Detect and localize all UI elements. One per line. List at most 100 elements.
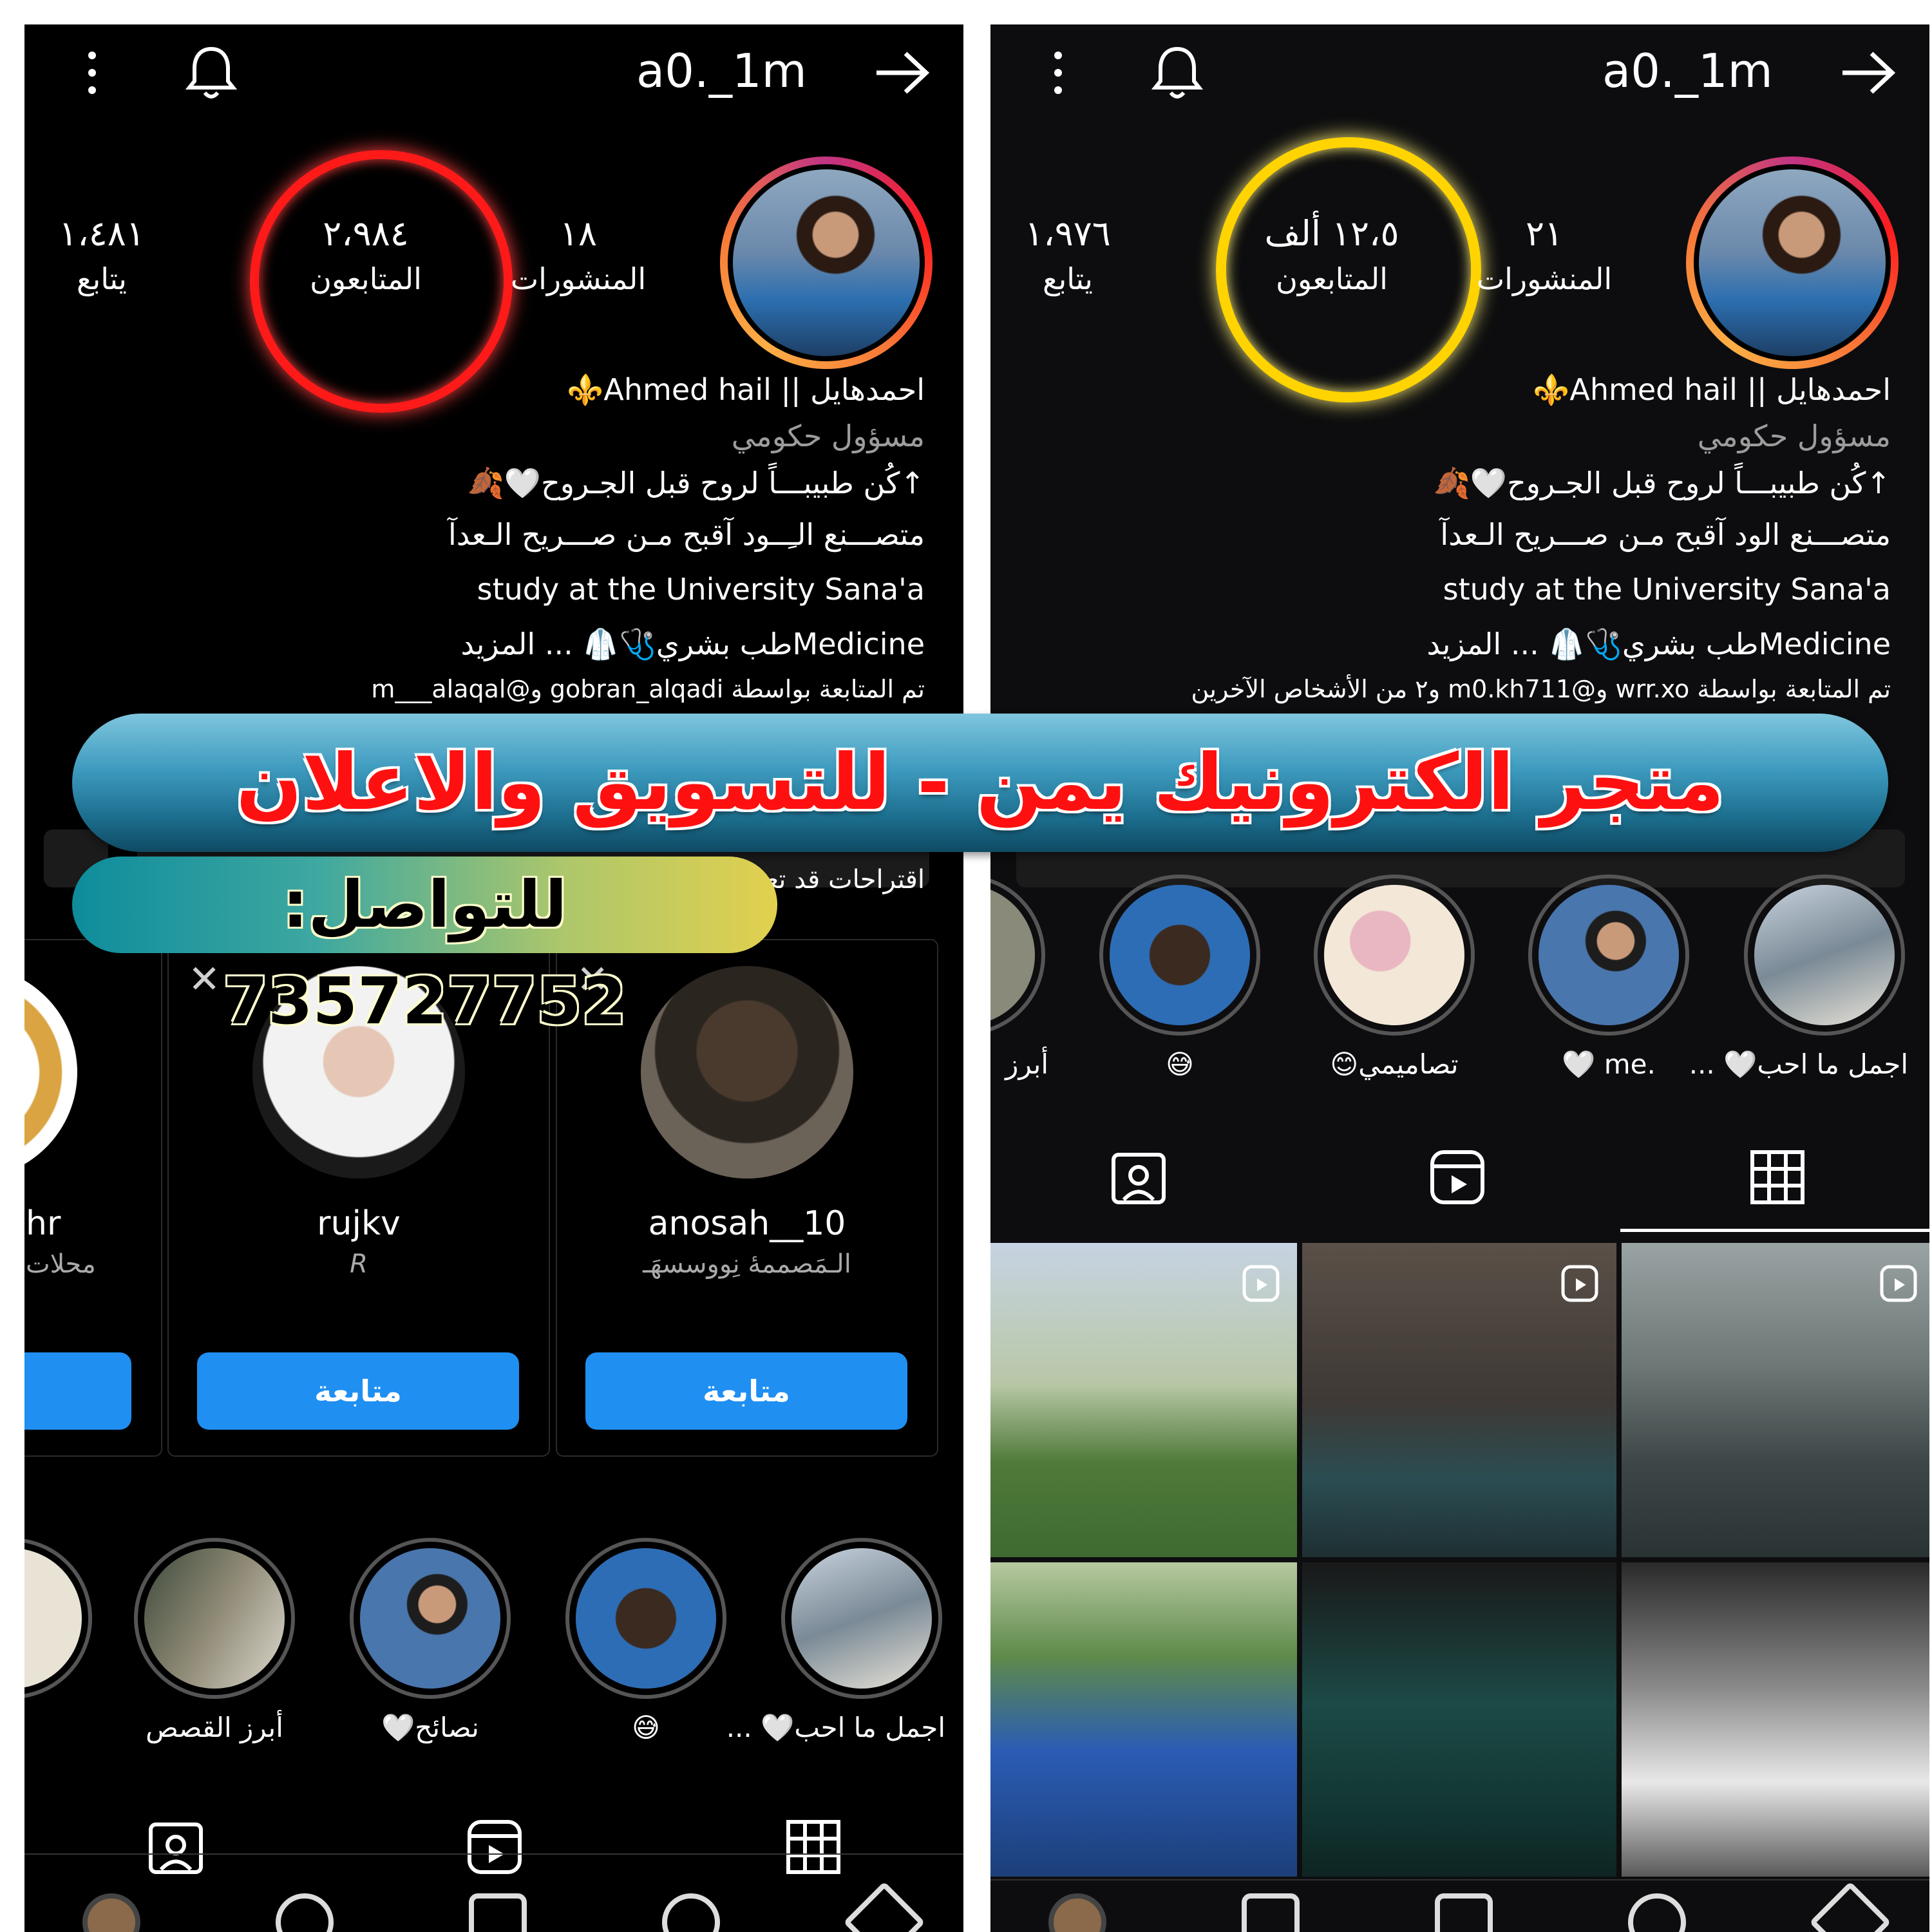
posts-stat[interactable]: ٢١ المنشورات bbox=[1467, 211, 1622, 301]
story-highlight[interactable]: 😅 bbox=[562, 1538, 730, 1743]
close-icon[interactable]: ✕ bbox=[188, 957, 220, 1002]
story-label: .me 🤍 bbox=[1562, 1048, 1656, 1080]
bio-line-1: ↑كُن طبيبـــاً لروح قبل الجـروح🤍🍂 bbox=[1433, 466, 1891, 500]
posts-label: المنشورات bbox=[1476, 261, 1613, 296]
story-highlight[interactable]: اجمل ما احب🤍 ... bbox=[1689, 875, 1908, 1081]
profile-username: a0._1m bbox=[636, 44, 807, 98]
story-highlight[interactable]: 😅 bbox=[1096, 875, 1264, 1080]
reel-badge-icon bbox=[1561, 1265, 1598, 1302]
story-label: 😅 bbox=[1166, 1048, 1194, 1080]
grid-tab-indicator bbox=[1620, 1229, 1929, 1232]
post-thumbnail[interactable] bbox=[1302, 1562, 1616, 1877]
banner-text: متجر الكترونيك يمن - للتسويق والاعلان bbox=[236, 738, 1725, 828]
story-highlight[interactable]: أبرز bbox=[990, 875, 1048, 1080]
bio-name: احمدهايل || Ahmed hail⚜️ bbox=[1533, 372, 1891, 407]
tagged-photos-icon[interactable] bbox=[1110, 1148, 1168, 1206]
followers-count: ٢،٩٨٤ bbox=[323, 213, 409, 254]
following-count: ١،٩٧٦ bbox=[1025, 213, 1111, 254]
bio-name: احمدهايل || Ahmed hail⚜️ bbox=[567, 372, 925, 407]
bio-line-4[interactable]: Medicineطب بشري🩺🥼 ... المزيد bbox=[1426, 627, 1891, 662]
post-thumbnail[interactable] bbox=[1622, 1562, 1929, 1877]
suggestion-username[interactable]: rujkv bbox=[169, 1204, 549, 1243]
story-label: اجمل ما احب🤍 ... bbox=[1689, 1048, 1908, 1080]
followers-label: المتابعون bbox=[310, 261, 422, 296]
top-bar: a0._1m bbox=[24, 24, 963, 115]
bio-line-3: study at the University Sana'a bbox=[477, 572, 925, 607]
grid-icon[interactable] bbox=[1748, 1148, 1806, 1206]
following-stat[interactable]: ١،٤٨١ يتابع bbox=[24, 211, 179, 301]
follow-button[interactable]: متابعة bbox=[197, 1352, 519, 1430]
post-thumbnail[interactable] bbox=[990, 1562, 1297, 1877]
forward-arrow-icon[interactable] bbox=[1839, 50, 1897, 95]
story-label: تصاميمي😊 bbox=[1330, 1048, 1459, 1080]
right-profile-screenshot: a0._1m ١،٩٧٦ يتابع ١٢،٥ ألف المتابعون ٢١… bbox=[990, 24, 1929, 1932]
suggestion-username[interactable]: hr bbox=[26, 1204, 161, 1243]
story-label: أبرز القصص bbox=[146, 1712, 283, 1743]
posts-count: ١٨ bbox=[559, 213, 597, 254]
profile-nav-icon[interactable] bbox=[82, 1893, 140, 1932]
suggestion-subtitle: الـمَصممهٔ نِووسسهَـ bbox=[643, 1249, 851, 1279]
suggestion-subtitle: محلات bbox=[26, 1249, 96, 1279]
suggestion-card[interactable]: hr محلات bbox=[24, 939, 162, 1457]
posts-count: ٢١ bbox=[1525, 213, 1563, 254]
heart-icon[interactable] bbox=[276, 1893, 334, 1932]
followers-label: المتابعون bbox=[1276, 261, 1388, 296]
bio-line-2: متصـــنع الود آقبح مـن صـــريح الـعدآ bbox=[1440, 517, 1891, 552]
story-highlight[interactable]: تصاميمي😊 bbox=[1311, 875, 1478, 1080]
forward-arrow-icon[interactable] bbox=[873, 50, 931, 95]
notification-bell-icon[interactable] bbox=[185, 44, 237, 102]
suggestion-username[interactable]: anosah__10 bbox=[557, 1204, 937, 1243]
create-post-icon[interactable] bbox=[1435, 1893, 1493, 1932]
suggestion-subtitle: R bbox=[350, 1249, 368, 1279]
search-icon[interactable] bbox=[1628, 1893, 1686, 1932]
reels-icon[interactable] bbox=[1428, 1148, 1486, 1206]
home-icon[interactable] bbox=[1809, 1881, 1891, 1932]
followed-by-text[interactable]: تم المتابعة بواسطة wrr.xo و@m0.kh711 و٢ … bbox=[1191, 675, 1891, 703]
profile-username: a0._1m bbox=[1602, 44, 1773, 98]
profile-avatar[interactable] bbox=[720, 156, 933, 369]
advertisement-banner: متجر الكترونيك يمن - للتسويق والاعلان bbox=[72, 714, 1888, 852]
profile-avatar[interactable] bbox=[1686, 156, 1899, 369]
bottom-nav-bar bbox=[24, 1853, 963, 1932]
posts-stat[interactable]: ١٨ المنشورات bbox=[501, 211, 656, 301]
story-label: اجمل ما احب🤍 ... bbox=[726, 1712, 945, 1743]
reels-nav-icon[interactable] bbox=[469, 1893, 527, 1932]
more-options-icon[interactable] bbox=[86, 50, 99, 95]
following-label: يتابع bbox=[77, 261, 127, 296]
bio-category: مسؤول حكومي bbox=[731, 419, 925, 453]
profile-nav-icon[interactable] bbox=[1048, 1893, 1106, 1932]
story-highlight[interactable]: اجمل ما احب🤍 ... bbox=[726, 1538, 945, 1744]
contact-text: للتواصل: 735727752 bbox=[223, 867, 627, 1039]
following-stat[interactable]: ١،٩٧٦ يتابع bbox=[990, 211, 1145, 301]
bio-line-1: ↑كُن طبيبـــاً لروح قبل الجـروح🤍🍂 bbox=[467, 466, 925, 500]
more-options-icon[interactable] bbox=[1052, 50, 1065, 95]
follow-button[interactable]: متابعة bbox=[585, 1352, 907, 1430]
suggestion-avatar[interactable] bbox=[24, 966, 77, 1179]
contact-badge: للتواصل: 735727752 bbox=[72, 857, 777, 1039]
bio-line-4[interactable]: Medicineطب بشري🩺🥼 ... المزيد bbox=[460, 627, 925, 662]
bio-line-3: study at the University Sana'a bbox=[1443, 572, 1891, 607]
search-icon[interactable] bbox=[662, 1893, 720, 1932]
story-highlight[interactable]: نصائح🤍 bbox=[346, 1538, 514, 1744]
followed-by-text[interactable]: تم المتابعة بواسطة gobran_alqadi و@m___a… bbox=[371, 675, 925, 703]
follow-button[interactable] bbox=[24, 1352, 131, 1430]
following-label: يتابع bbox=[1043, 261, 1093, 296]
story-label: أبرز bbox=[1005, 1048, 1048, 1080]
story-label: نصائح🤍 bbox=[381, 1712, 479, 1743]
home-icon[interactable] bbox=[843, 1881, 925, 1932]
reels-nav-icon[interactable] bbox=[1242, 1893, 1300, 1932]
posts-label: المنشورات bbox=[510, 261, 647, 296]
following-count: ١،٤٨١ bbox=[59, 213, 145, 254]
top-bar: a0._1m bbox=[990, 24, 1929, 115]
suggestion-avatar[interactable] bbox=[641, 966, 853, 1179]
reel-badge-icon bbox=[1242, 1265, 1280, 1302]
story-highlight[interactable]: .me 🤍 bbox=[1525, 875, 1692, 1081]
notification-bell-icon[interactable] bbox=[1151, 44, 1203, 102]
bio-line-2: متصـــنع الـِــود آقبح مـن صـــريح الـعد… bbox=[448, 517, 925, 552]
reel-badge-icon bbox=[1880, 1265, 1917, 1302]
followers-stat[interactable]: ٢،٩٨٤ المتابعون bbox=[289, 211, 443, 301]
story-highlight[interactable]: أبرز القصص bbox=[131, 1538, 298, 1743]
story-highlight[interactable] bbox=[24, 1538, 95, 1699]
followers-stat[interactable]: ١٢،٥ ألف المتابعون bbox=[1255, 211, 1409, 301]
bottom-nav-bar bbox=[990, 1879, 1929, 1932]
